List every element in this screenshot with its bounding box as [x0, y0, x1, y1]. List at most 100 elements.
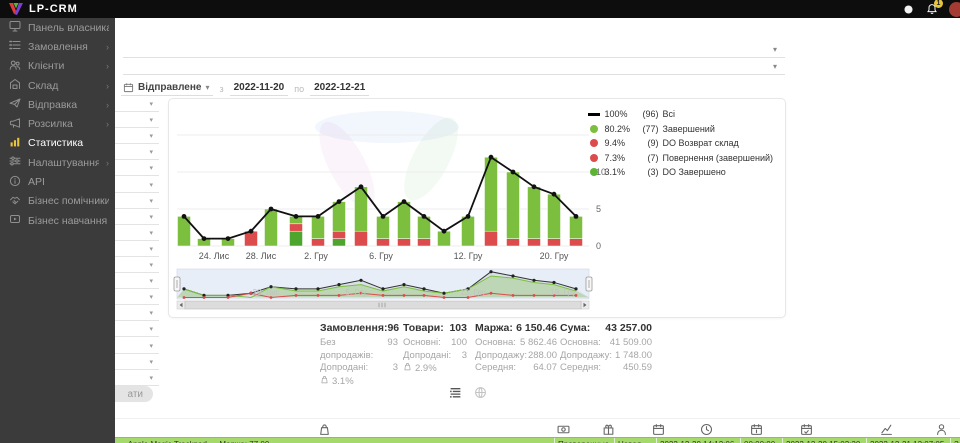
legend-item-2[interactable]: 9.4%(9)DO Возврат склад: [587, 136, 773, 151]
sidebar-item-5[interactable]: Розсилка›: [0, 114, 115, 133]
sidebar-item-label: Панель власника: [28, 22, 109, 34]
logo-text: LP-CRM: [29, 3, 78, 15]
mini-filter-select-6[interactable]: ▾: [115, 195, 159, 209]
mini-filter-select-3[interactable]: ▾: [115, 146, 159, 160]
stat-column-2: Маржа:6 150.46Основна:5 862.46Допродажу:…: [475, 322, 557, 375]
legend-item-1[interactable]: 80.2%(77)Завершений: [587, 122, 773, 137]
stat-title: Товари:103: [403, 322, 467, 334]
chevron-down-icon: ▾: [149, 116, 153, 124]
chevron-down-icon: ▾: [149, 100, 153, 108]
dashboard-icon: [9, 20, 21, 35]
svg-text:0: 0: [596, 241, 601, 251]
order-row-cell: Проверенные: [555, 438, 615, 443]
mini-filter-select-17[interactable]: ▾: [115, 372, 159, 386]
svg-text:28. Лис: 28. Лис: [252, 288, 279, 297]
apply-filters-button[interactable]: ати: [115, 386, 153, 402]
sidebar-item-4[interactable]: Відправка›: [0, 95, 115, 114]
avatar[interactable]: [949, 2, 960, 17]
legend-item-0[interactable]: 100%(96)Всі: [587, 107, 773, 122]
to-preposition: по: [294, 84, 304, 96]
stat-row: Середня:64.07: [475, 362, 557, 375]
main-content: ▾ ▾ Відправлене ▾ з 2022-11-20 по 2022-1…: [115, 18, 960, 443]
notifications-bell-icon[interactable]: 1: [925, 2, 939, 16]
sidebar-item-0[interactable]: Панель власника: [0, 18, 115, 37]
topbar: LP-CRM 1: [0, 0, 960, 18]
legend-marker: [587, 168, 601, 176]
stat-row: Основні:100: [403, 337, 467, 350]
warehouse-icon: [9, 78, 21, 93]
business-helpers-icon: [9, 194, 21, 209]
chevron-down-icon: ▾: [149, 148, 153, 156]
sidebar-item-label: Клієнти: [28, 60, 99, 72]
sidebar-item-10[interactable]: Бізнес навчання: [0, 211, 115, 230]
order-row-cell: 2022-12-20 15:02:30: [783, 438, 867, 443]
chevron-down-icon: ▾: [149, 181, 153, 189]
legend-item-4[interactable]: 3.1%(3)DO Завершено: [587, 165, 773, 180]
app-logo[interactable]: LP-CRM: [0, 2, 78, 16]
stat-row: Допродані:3: [320, 362, 398, 375]
svg-text:12. Гру: 12. Гру: [454, 251, 483, 261]
mini-filter-select-10[interactable]: ▾: [115, 259, 159, 273]
legend-marker: [587, 113, 601, 116]
svg-text:5: 5: [596, 204, 601, 214]
mini-filter-select-11[interactable]: ▾: [115, 275, 159, 289]
mini-filter-select-5[interactable]: ▾: [115, 179, 159, 193]
date-to-input[interactable]: 2022-12-21: [310, 82, 369, 96]
svg-text:24. Лис: 24. Лис: [199, 251, 230, 261]
svg-text:2. Гру: 2. Гру: [304, 251, 328, 261]
view-toggles: [449, 386, 487, 404]
mini-filter-select-13[interactable]: ▾: [115, 307, 159, 321]
stat-row: Допродажу:288.00: [475, 350, 557, 363]
submenu-caret-icon: ›: [106, 61, 109, 71]
scrollbar-thumb[interactable]: [185, 301, 581, 309]
mini-filter-select-12[interactable]: ▾: [115, 291, 159, 305]
mini-filter-select-15[interactable]: ▾: [115, 340, 159, 354]
sidebar-item-label: Розсилка: [28, 118, 99, 130]
mini-filter-select-2[interactable]: ▾: [115, 130, 159, 144]
stat-row: Основна:5 862.46: [475, 337, 557, 350]
mini-filter-select-8[interactable]: ▾: [115, 227, 159, 241]
sidebar-item-3[interactable]: Склад›: [0, 76, 115, 95]
mini-filter-select-1[interactable]: ▾: [115, 114, 159, 128]
mini-filter-select-14[interactable]: ▾: [115, 323, 159, 337]
chevron-down-icon: ▾: [149, 309, 153, 317]
top-select-1[interactable]: ▾: [123, 42, 785, 58]
mini-filter-select-7[interactable]: ▾: [115, 211, 159, 225]
chevron-down-icon: ▾: [149, 293, 153, 301]
sidebar-item-6[interactable]: Статистика: [0, 134, 115, 153]
mini-filter-select-4[interactable]: ▾: [115, 162, 159, 176]
order-row-cell: Завершений: [951, 438, 960, 443]
clients-icon: [9, 59, 21, 74]
sidebar-item-9[interactable]: Бізнес помічники: [0, 192, 115, 211]
orders-icon: [9, 39, 21, 54]
notification-badge: 1: [934, 0, 943, 8]
list-view-icon[interactable]: [449, 386, 462, 404]
sidebar-item-2[interactable]: Клієнти ›: [0, 57, 115, 76]
date-type-label: Відправлене: [138, 82, 201, 93]
chevron-down-icon: ▾: [773, 62, 777, 71]
settings-icon: [9, 155, 21, 170]
stat-column-3: Сума:43 257.00Основна:41 509.00Допродажу…: [560, 322, 652, 375]
sidebar-item-label: Статистика: [28, 137, 109, 149]
theme-moon-icon[interactable]: [901, 2, 915, 16]
date-filter-row: Відправлене ▾ з 2022-11-20 по 2022-12-21: [121, 78, 369, 96]
mini-filter-select-16[interactable]: ▾: [115, 356, 159, 370]
legend-item-3[interactable]: 7.3%(7)Повернення (завершений): [587, 151, 773, 166]
mini-filter-select-9[interactable]: ▾: [115, 243, 159, 257]
chevron-down-icon: ▾: [149, 213, 153, 221]
date-type-select[interactable]: Відправлене ▾: [121, 82, 213, 96]
sidebar-item-8[interactable]: API: [0, 172, 115, 191]
sidebar-item-label: Відправка: [28, 99, 99, 111]
pie-view-icon[interactable]: [474, 386, 487, 404]
top-select-2[interactable]: ▾: [123, 59, 785, 75]
sidebar-item-7[interactable]: Налаштування›: [0, 153, 115, 172]
order-table-row[interactable]: … Apple Magic Trackpad … Маржа: 77.00Про…: [115, 437, 960, 443]
sidebar-item-1[interactable]: Замовлення›: [0, 37, 115, 56]
date-from-input[interactable]: 2022-11-20: [230, 82, 289, 96]
svg-text:13. Гру: 13. Гру: [460, 288, 486, 297]
mini-filter-select-0[interactable]: ▾: [115, 98, 159, 112]
chevron-down-icon: ▾: [773, 45, 777, 54]
submenu-caret-icon: ›: [106, 81, 109, 91]
chevron-down-icon: ▾: [149, 277, 153, 285]
bag-icon: [403, 362, 412, 375]
